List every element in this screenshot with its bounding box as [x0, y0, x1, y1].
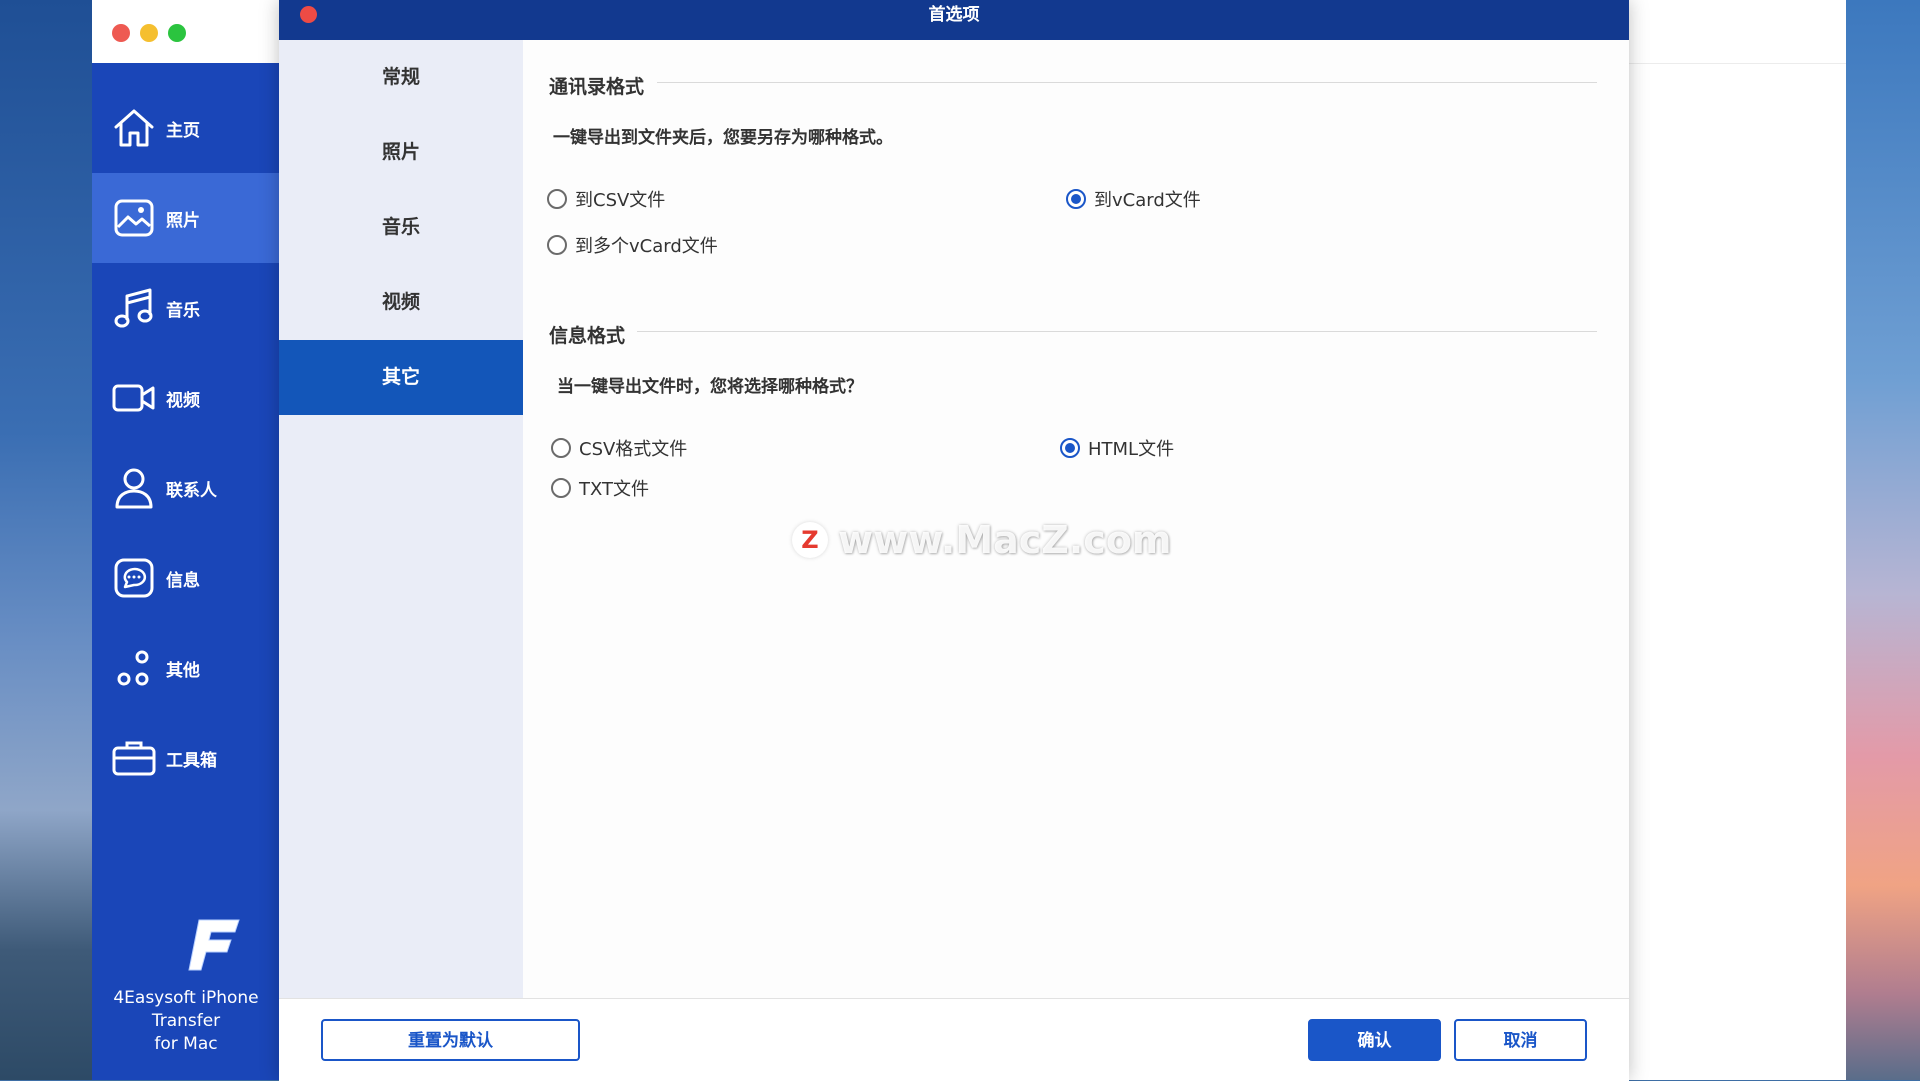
sidebar-item-label: 信息 — [166, 570, 200, 591]
sidebar-item-label: 主页 — [166, 120, 200, 141]
contacts-option-multiple-vcard[interactable]: 到多个vCard文件 — [547, 232, 718, 258]
window-titlebar — [92, 0, 280, 63]
window-close-button[interactable] — [112, 24, 130, 42]
sidebar-item-label: 视频 — [166, 390, 200, 411]
photo-icon — [112, 196, 156, 240]
sidebar-item-label: 工具箱 — [166, 750, 217, 771]
video-icon — [112, 376, 156, 420]
message-icon — [112, 556, 156, 600]
tab-photos[interactable]: 照片 — [279, 115, 523, 190]
sidebar-item-photos[interactable]: 照片 — [92, 173, 280, 263]
sidebar-item-contacts[interactable]: 联系人 — [92, 443, 280, 533]
tab-general[interactable]: 常规 — [279, 40, 523, 115]
watermark: Z www.MacZ.com — [792, 518, 1172, 562]
sidebar-item-label: 联系人 — [166, 480, 217, 501]
reset-default-button[interactable]: 重置为默认 — [321, 1019, 580, 1061]
message-format-description: 当一键导出文件时，您将选择哪种格式？ — [557, 377, 863, 397]
contact-icon — [112, 466, 156, 510]
tab-video[interactable]: 视频 — [279, 265, 523, 340]
radio-label: HTML文件 — [1088, 439, 1175, 460]
app-logo-icon — [188, 919, 240, 971]
window-minimize-button[interactable] — [140, 24, 158, 42]
sidebar-item-label: 照片 — [166, 210, 200, 231]
watermark-logo-icon: Z — [792, 522, 828, 558]
radio-button[interactable] — [547, 235, 567, 255]
other-icon — [112, 646, 156, 690]
radio-label: 到CSV文件 — [575, 190, 666, 211]
section-divider — [657, 82, 1597, 83]
section-divider — [637, 331, 1597, 332]
sidebar-item-toolbox[interactable]: 工具箱 — [92, 713, 280, 803]
toolbox-icon — [112, 736, 156, 780]
sidebar-item-other[interactable]: 其他 — [92, 623, 280, 713]
sidebar-item-home[interactable]: 主页 — [92, 83, 280, 173]
radio-button-checked[interactable] — [1060, 438, 1080, 458]
contacts-option-vcard[interactable]: 到vCard文件 — [1066, 186, 1201, 212]
sidebar-item-label: 音乐 — [166, 300, 200, 321]
tab-other[interactable]: 其它 — [279, 340, 523, 415]
message-format-title: 信息格式 — [549, 325, 626, 347]
radio-label: TXT文件 — [579, 479, 650, 500]
dialog-title: 首选项 — [928, 5, 980, 25]
home-icon — [112, 106, 156, 150]
window-maximize-button[interactable] — [168, 24, 186, 42]
sidebar-item-messages[interactable]: 信息 — [92, 533, 280, 623]
tab-music[interactable]: 音乐 — [279, 190, 523, 265]
contacts-format-description: 一键导出到文件夹后，您要另存为哪种格式。 — [553, 128, 893, 148]
dialog-titlebar: 首选项 — [279, 0, 1629, 40]
contacts-option-csv[interactable]: 到CSV文件 — [547, 186, 665, 212]
radio-button[interactable] — [551, 438, 571, 458]
app-name: 4Easysoft iPhone Transfer for Mac — [113, 988, 259, 1054]
message-option-csv[interactable]: CSV格式文件 — [551, 435, 687, 461]
radio-button-checked[interactable] — [1066, 189, 1086, 209]
cancel-button[interactable]: 取消 — [1454, 1019, 1587, 1061]
sidebar-item-label: 其他 — [166, 660, 200, 681]
sidebar-item-music[interactable]: 音乐 — [92, 263, 280, 353]
message-option-txt[interactable]: TXT文件 — [551, 475, 649, 501]
preferences-tabs: 常规 照片 音乐 视频 其它 — [279, 40, 523, 998]
watermark-text: www.MacZ.com — [838, 518, 1172, 562]
dialog-footer: 重置为默认 确认 取消 — [279, 998, 1629, 1081]
radio-button[interactable] — [547, 189, 567, 209]
radio-label: 到多个vCard文件 — [575, 236, 718, 257]
message-option-html[interactable]: HTML文件 — [1060, 435, 1174, 461]
radio-button[interactable] — [551, 478, 571, 498]
music-icon — [112, 286, 156, 330]
confirm-button[interactable]: 确认 — [1308, 1019, 1441, 1061]
desktop-wallpaper-right — [1846, 0, 1920, 1080]
desktop-wallpaper-left — [0, 0, 92, 1080]
radio-label: 到vCard文件 — [1094, 190, 1201, 211]
contacts-format-title: 通讯录格式 — [549, 76, 645, 98]
radio-label: CSV格式文件 — [579, 439, 688, 460]
sidebar-item-video[interactable]: 视频 — [92, 353, 280, 443]
main-sidebar: 主页 照片 音乐 视频 联系人 信息 其他 工具箱 4Easysoft iPho… — [92, 63, 280, 1080]
